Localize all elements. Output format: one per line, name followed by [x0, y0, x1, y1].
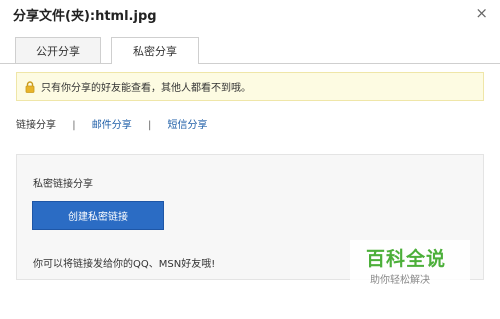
email-share-tab[interactable]: 邮件分享	[92, 116, 132, 131]
share-hint: 你可以将链接发给你的QQ、MSN好友哦!	[33, 259, 216, 270]
link-share-tab[interactable]: 链接分享	[16, 116, 56, 131]
dialog-titlebar: 分享文件(夹):html.jpg ×	[0, 0, 500, 28]
separator: |	[72, 120, 76, 131]
tab-private-share[interactable]: 私密分享	[111, 37, 199, 64]
sms-share-tab[interactable]: 短信分享	[168, 116, 208, 131]
notice-banner: 只有你分享的好友能查看，其他人都看不到哦。	[16, 72, 484, 101]
share-method-links: 链接分享 | 邮件分享 | 短信分享	[16, 116, 208, 131]
tab-public-share[interactable]: 公开分享	[15, 37, 101, 63]
close-icon[interactable]: ×	[475, 6, 488, 21]
watermark: 百科全说 助你轻松解决	[350, 240, 470, 295]
notice-text: 只有你分享的好友能查看，其他人都看不到哦。	[41, 83, 251, 94]
watermark-brand: 百科全说	[366, 248, 447, 270]
panel-title: 私密链接分享	[33, 179, 93, 190]
watermark-slogan: 助你轻松解决	[370, 275, 430, 286]
create-private-link-button[interactable]: 创建私密链接	[32, 201, 164, 230]
tab-bar: 公开分享 私密分享	[0, 37, 500, 64]
separator: |	[147, 120, 152, 131]
dialog-title: 分享文件(夹):html.jpg	[13, 9, 157, 24]
lock-icon	[25, 80, 35, 93]
